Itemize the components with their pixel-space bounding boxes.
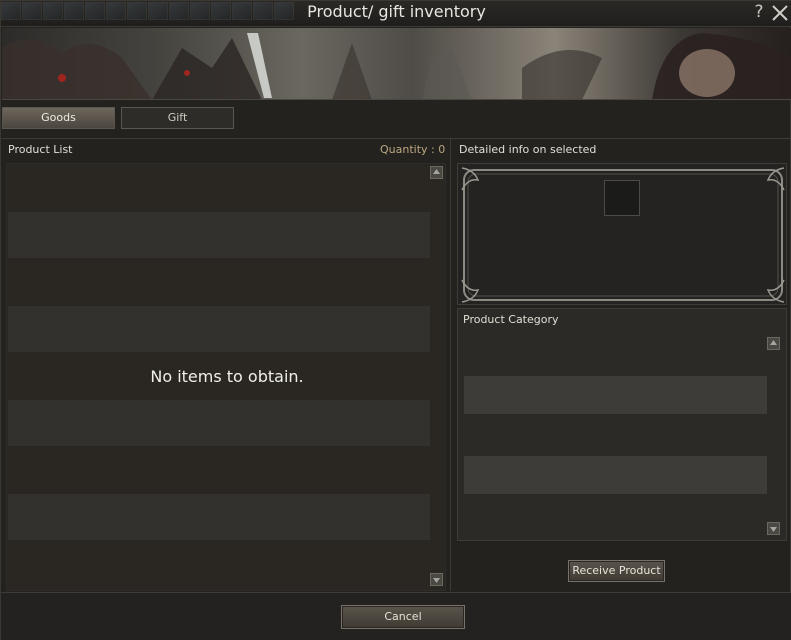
title-bar[interactable]: Product/ gift inventory ?: [1, 1, 791, 27]
list-item[interactable]: [8, 212, 430, 258]
detail-panel: [457, 163, 787, 305]
help-button[interactable]: ?: [752, 2, 766, 22]
product-list-header: Product List: [8, 143, 73, 156]
tab-gift[interactable]: Gift: [121, 107, 234, 129]
close-icon[interactable]: [771, 4, 789, 22]
detail-header: Detailed info on selected: [459, 143, 597, 156]
divider: [1, 138, 791, 139]
product-category-panel: Product Category: [457, 308, 787, 541]
list-item[interactable]: [8, 400, 430, 446]
product-gift-inventory-window: Product/ gift inventory ? Goods Gift Pro…: [0, 0, 791, 640]
product-list[interactable]: No items to obtain.: [6, 163, 446, 591]
category-list-item[interactable]: [464, 456, 767, 494]
receive-product-button[interactable]: Receive Product: [568, 560, 665, 582]
category-scroll-down-arrow-icon[interactable]: [767, 522, 780, 535]
scroll-up-arrow-icon[interactable]: [430, 166, 443, 179]
list-item[interactable]: [8, 494, 430, 540]
tab-goods[interactable]: Goods: [2, 107, 115, 129]
cancel-button[interactable]: Cancel: [341, 605, 465, 629]
scroll-down-arrow-icon[interactable]: [430, 573, 443, 586]
product-category-label: Product Category: [463, 313, 559, 326]
list-item[interactable]: [8, 306, 430, 352]
item-icon-slot: [604, 180, 640, 216]
empty-list-message: No items to obtain.: [150, 367, 304, 386]
panel-divider: [450, 139, 451, 591]
header-banner-image: [2, 28, 791, 100]
quantity-counter: Quantity : 0: [380, 143, 446, 156]
window-title: Product/ gift inventory: [307, 2, 486, 21]
category-list-item[interactable]: [464, 376, 767, 414]
category-scroll-up-arrow-icon[interactable]: [767, 337, 780, 350]
